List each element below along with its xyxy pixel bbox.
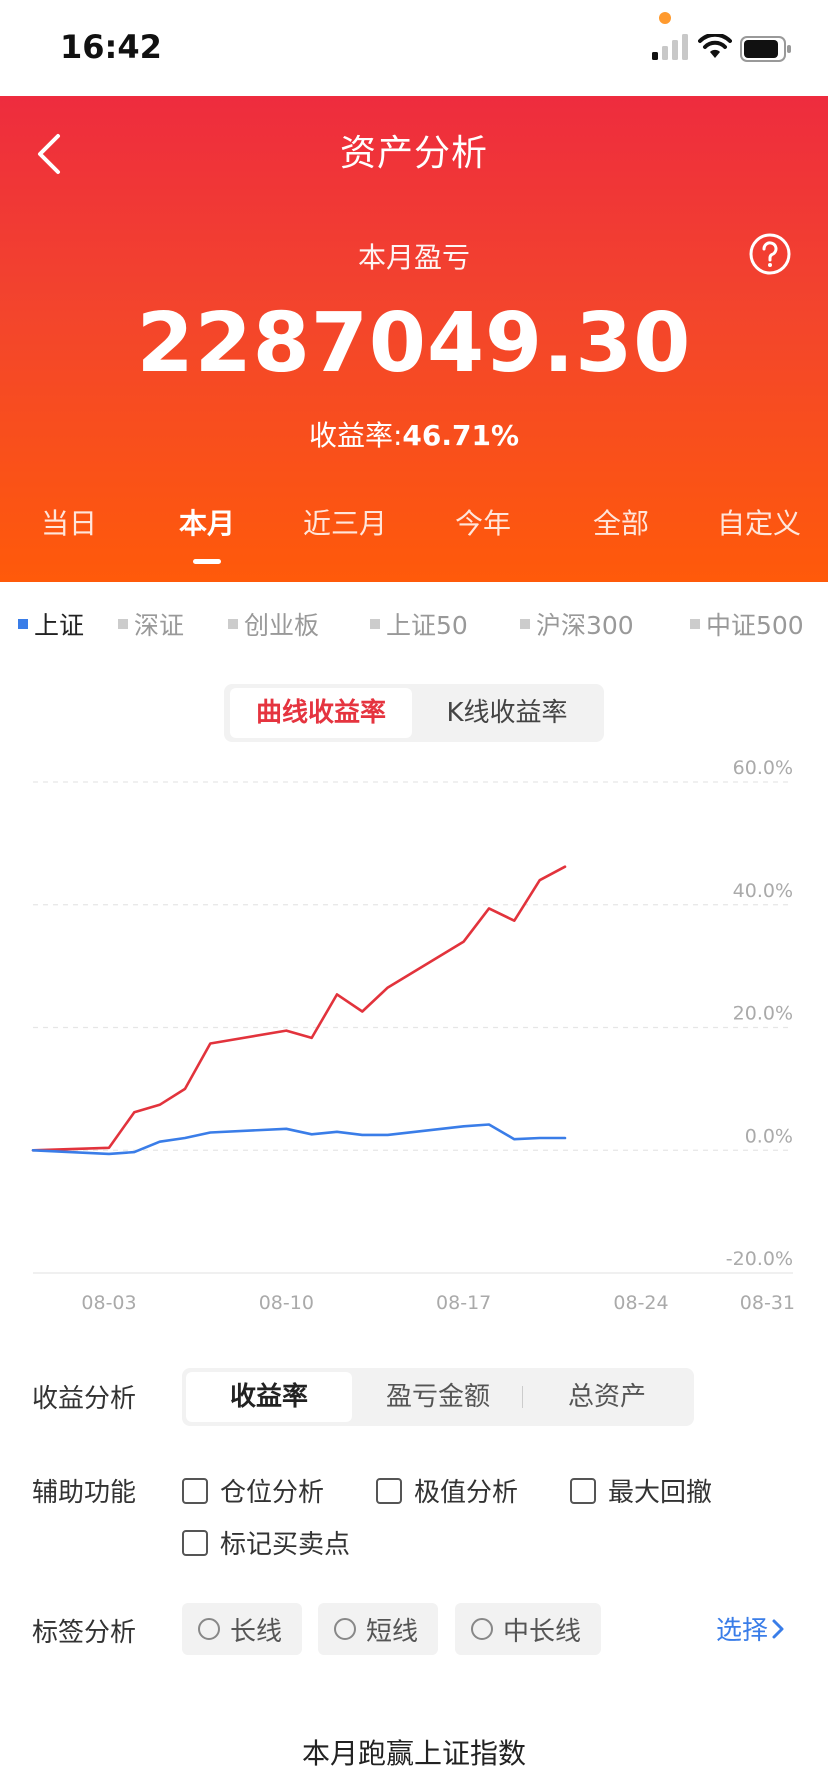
index-tab-sse50[interactable]: 上证50 <box>370 600 468 648</box>
profit-loss-amount: 2287049.30 <box>136 296 692 391</box>
index-tab-label: 中证500 <box>706 611 804 640</box>
extreme-analysis-checkbox[interactable]: 极值分析 <box>376 1472 518 1509</box>
pl-amount-option[interactable]: 盈亏金额 <box>356 1372 520 1422</box>
checkbox-icon <box>570 1477 596 1504</box>
analysis-label: 收益分析 <box>32 1384 137 1414</box>
tab-this-year[interactable]: 今年 <box>414 496 552 556</box>
mark-trade-points-checkbox[interactable]: 标记买卖点 <box>182 1524 350 1561</box>
status-bar: 16:42 <box>0 0 828 96</box>
tag-long-term[interactable]: 长线 <box>182 1603 302 1655</box>
tag-mid-long-term[interactable]: 中长线 <box>455 1603 601 1655</box>
max-drawdown-checkbox[interactable]: 最大回撤 <box>570 1472 712 1509</box>
segment-divider <box>522 1386 523 1408</box>
status-time: 16:42 <box>60 28 162 66</box>
tag-short-term[interactable]: 短线 <box>318 1603 438 1655</box>
index-marker-icon <box>118 619 128 629</box>
index-tabs: 上证 深证 创业板 上证50 沪深300 中证500 <box>0 600 828 648</box>
analysis-segment: 收益率 盈亏金额 总资产 <box>182 1368 694 1426</box>
tag-analysis-label: 标签分析 <box>32 1618 137 1648</box>
tag-label: 中长线 <box>503 1616 582 1647</box>
tab-all[interactable]: 全部 <box>552 496 690 556</box>
index-tab-label: 上证 <box>34 611 85 640</box>
cellular-signal-icon <box>652 34 688 60</box>
wifi-icon <box>698 34 732 58</box>
select-tags-link[interactable]: 选择 <box>716 1610 788 1647</box>
index-tab-label: 上证50 <box>386 611 468 640</box>
return-rate-value: 46.71% <box>402 419 520 452</box>
index-tab-shanghai[interactable]: 上证 <box>18 600 84 648</box>
index-tab-csi500[interactable]: 中证500 <box>690 600 804 648</box>
checkbox-icon <box>376 1477 402 1504</box>
y-tick-label: 60.0% <box>733 757 793 779</box>
portfolio-return-line <box>31 865 567 1152</box>
curve-return-button[interactable]: 曲线收益率 <box>230 688 412 738</box>
tag-label: 短线 <box>366 1616 419 1647</box>
checkbox-label: 最大回撤 <box>608 1478 713 1508</box>
chevron-right-icon <box>772 1619 784 1638</box>
aux-label: 辅助功能 <box>32 1478 137 1508</box>
period-tabs: 当日 本月 近三月 今年 全部 自定义 <box>0 496 828 564</box>
checkbox-icon <box>182 1477 208 1504</box>
x-tick-label: 08-03 <box>81 1292 136 1314</box>
return-line-chart: 60.0% 40.0% 20.0% 0.0% -20.0% 08-03 08-10 08-17… <box>31 757 795 1314</box>
return-rate: 收益率:46.71% <box>0 414 828 454</box>
y-tick-label: 0.0% <box>745 1125 793 1147</box>
x-tick-label: 08-10 <box>259 1292 314 1314</box>
radio-icon <box>471 1618 493 1640</box>
checkbox-icon <box>182 1529 208 1556</box>
index-tab-label: 沪深300 <box>536 611 634 640</box>
x-tick-label: 08-31 <box>740 1292 795 1314</box>
tab-custom[interactable]: 自定义 <box>690 496 828 556</box>
checkbox-label: 标记买卖点 <box>220 1530 351 1560</box>
index-marker-icon <box>18 619 28 629</box>
return-rate-option[interactable]: 收益率 <box>186 1372 352 1422</box>
tab-three-months[interactable]: 近三月 <box>276 496 414 556</box>
kline-return-button[interactable]: K线收益率 <box>416 688 598 738</box>
radio-icon <box>198 1618 220 1640</box>
index-tab-label: 深证 <box>134 611 185 640</box>
select-label: 选择 <box>716 1616 769 1646</box>
privacy-indicator-dot <box>659 12 671 24</box>
checkbox-label: 极值分析 <box>414 1478 519 1508</box>
return-rate-label: 收益率: <box>308 419 403 452</box>
index-tab-chinext[interactable]: 创业板 <box>228 600 319 648</box>
index-marker-icon <box>370 619 380 629</box>
tab-this-month[interactable]: 本月 <box>138 496 276 564</box>
index-return-line <box>31 1123 567 1156</box>
index-marker-icon <box>690 619 700 629</box>
index-tab-csi300[interactable]: 沪深300 <box>520 600 634 648</box>
profit-loss-label: 本月盈亏 <box>357 241 470 274</box>
asset-header: 资产分析 本月盈亏 2287049.30 收益率:46.71% 当日 本月 近三… <box>0 96 828 582</box>
checkbox-label: 仓位分析 <box>220 1478 325 1508</box>
y-tick-label: 20.0% <box>733 1003 793 1025</box>
outperform-summary: 本月跑赢上证指数 <box>301 1737 526 1770</box>
index-tab-shenzhen[interactable]: 深证 <box>118 600 184 648</box>
x-tick-label: 08-17 <box>436 1292 491 1314</box>
y-tick-label: 40.0% <box>733 880 793 902</box>
position-analysis-checkbox[interactable]: 仓位分析 <box>182 1472 324 1509</box>
tab-today[interactable]: 当日 <box>0 496 138 556</box>
page-title: 资产分析 <box>339 133 488 174</box>
index-marker-icon <box>520 619 530 629</box>
curve-type-toggle: 曲线收益率 K线收益率 <box>224 684 604 742</box>
tag-label: 长线 <box>230 1616 283 1647</box>
index-tab-label: 创业板 <box>244 611 320 640</box>
radio-icon <box>334 1618 356 1640</box>
y-tick-label: -20.0% <box>726 1248 793 1270</box>
x-tick-label: 08-24 <box>613 1292 668 1314</box>
battery-icon <box>740 36 791 62</box>
total-assets-option[interactable]: 总资产 <box>524 1372 690 1422</box>
index-marker-icon <box>228 619 238 629</box>
